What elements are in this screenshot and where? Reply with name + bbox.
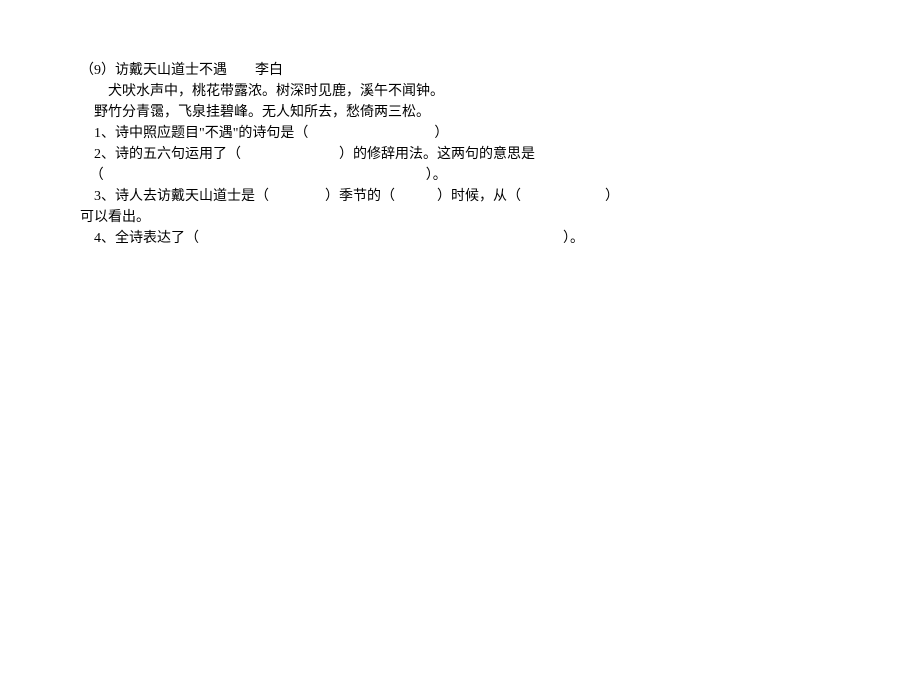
question-1: 1、诗中照应题目"不遇"的诗句是（ ）	[80, 123, 840, 144]
title-line: （9）访戴天山道士不遇 李白	[80, 60, 840, 81]
question-2: 2、诗的五六句运用了（ ）的修辞用法。这两句的意思是	[80, 144, 840, 165]
question-2-cont: （ ）。	[80, 165, 840, 186]
question-3: 3、诗人去访戴天山道士是（ ）季节的（ ）时候，从（ ）	[80, 186, 840, 207]
document-body: （9）访戴天山道士不遇 李白 犬吠水声中，桃花带露浓。树深时见鹿，溪午不闻钟。 …	[80, 60, 840, 249]
question-3-cont: 可以看出。	[80, 207, 840, 228]
poem-line-2: 野竹分青霭，飞泉挂碧峰。无人知所去，愁倚两三松。	[80, 102, 840, 123]
poem-line-1: 犬吠水声中，桃花带露浓。树深时见鹿，溪午不闻钟。	[80, 81, 840, 102]
question-4: 4、全诗表达了（ ）。	[80, 228, 840, 249]
